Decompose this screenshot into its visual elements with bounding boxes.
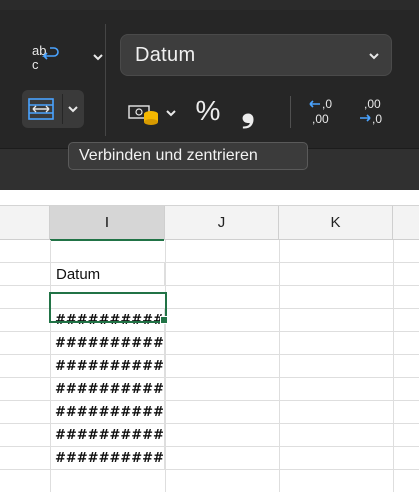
svg-text:,0: ,0	[372, 112, 382, 126]
table-row: ##########	[0, 355, 419, 378]
column-header-k[interactable]: K	[279, 206, 393, 240]
column-header-j[interactable]: J	[165, 206, 279, 240]
decrease-decimal-icon[interactable]: ,00 ,0	[356, 96, 394, 128]
cell-i-value[interactable]: ##########	[50, 309, 165, 332]
svg-text:,0: ,0	[322, 97, 332, 111]
ribbon: ab c Datum % ❟ ,0 ,00 ,00 ,0 Verbinden u…	[0, 0, 419, 190]
merge-center-tooltip: Verbinden und zentrieren	[68, 142, 308, 170]
gridline	[279, 240, 280, 492]
ribbon-group-divider	[290, 96, 291, 128]
row-header-corner	[0, 206, 50, 240]
increase-decimal-icon[interactable]: ,0 ,00	[306, 96, 344, 128]
merge-button-split	[62, 94, 63, 124]
table-row: Datum	[0, 263, 419, 286]
accounting-dropdown-chevron-icon[interactable]	[164, 106, 178, 120]
table-row: ##########	[0, 309, 419, 332]
table-row: ##########	[0, 447, 419, 470]
table-row	[0, 240, 419, 263]
fill-handle[interactable]	[160, 316, 168, 324]
gridline	[50, 240, 51, 492]
merge-dropdown-chevron-icon[interactable]	[66, 102, 80, 116]
ribbon-top-strip	[0, 0, 419, 10]
table-row	[0, 470, 419, 492]
grid-top-gap	[0, 190, 419, 206]
cell-i-value[interactable]: ##########	[50, 378, 165, 401]
svg-text:,00: ,00	[312, 112, 329, 126]
number-format-select[interactable]: Datum	[120, 34, 392, 76]
cell-i-value[interactable]: ##########	[50, 355, 165, 378]
merge-center-icon[interactable]	[26, 95, 56, 123]
cell-i-value[interactable]: ##########	[50, 447, 165, 470]
cell-i-header[interactable]: Datum	[50, 263, 165, 286]
column-header-i[interactable]: I	[50, 206, 165, 241]
table-row	[0, 286, 419, 309]
comma-style-button[interactable]: ❟	[236, 91, 260, 129]
cell-i-value[interactable]: ##########	[50, 401, 165, 424]
wrap-text-icon[interactable]: ab c	[28, 42, 62, 72]
table-row: ##########	[0, 332, 419, 355]
gridline	[165, 240, 166, 492]
worksheet-grid[interactable]: I J K Datum ########## ########## ######…	[0, 190, 419, 492]
gridline	[393, 240, 394, 492]
table-row: ##########	[0, 424, 419, 447]
number-format-value: Datum	[135, 44, 196, 66]
column-header-l[interactable]	[393, 206, 419, 240]
column-header-row: I J K	[0, 206, 419, 241]
chevron-down-icon	[367, 49, 381, 63]
merge-center-button[interactable]	[22, 90, 84, 128]
svg-text:c: c	[32, 57, 39, 72]
cell-i-value[interactable]: ##########	[50, 424, 165, 447]
table-row: ##########	[0, 378, 419, 401]
percent-style-button[interactable]: %	[190, 94, 226, 128]
wrap-text-dropdown-chevron-icon[interactable]	[91, 50, 105, 64]
accounting-format-icon[interactable]	[127, 100, 161, 126]
table-row: ##########	[0, 401, 419, 424]
ribbon-divider	[105, 24, 106, 136]
cell-i-value[interactable]: ##########	[50, 332, 165, 355]
svg-text:,00: ,00	[364, 97, 381, 111]
